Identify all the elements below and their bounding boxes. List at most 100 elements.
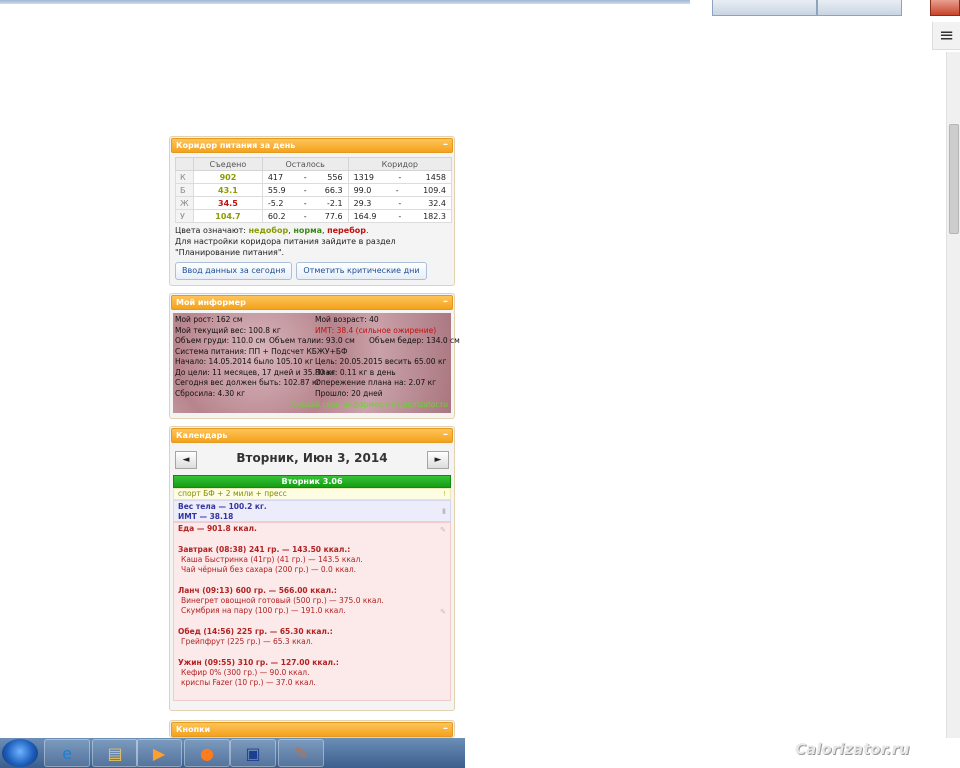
internet-explorer-icon[interactable]: e — [44, 739, 90, 767]
corridor-header[interactable]: Коридор питания за день – — [171, 138, 453, 153]
minimize-corridor-button[interactable]: – — [443, 139, 448, 151]
meal-item: Каша Быстринка (41гр) (41 гр.) — 143.5 к… — [181, 554, 363, 564]
buttons-header[interactable]: Кнопки – — [171, 722, 453, 737]
corr-from: 1319 — [353, 172, 374, 182]
edit-meal-icon[interactable]: ✎ — [440, 607, 446, 617]
meal-title: Ланч (09:13) 600 гр. — 566.00 ккал.: — [178, 585, 337, 595]
left-range: 55.9 - 66.3 — [261, 183, 349, 197]
firefox-icon[interactable]: ● — [184, 739, 230, 767]
col-left: Осталось — [261, 157, 349, 171]
legend-norm: норма — [293, 226, 322, 235]
table-row: Ж 34.5 -5.2 - -2.1 29.3 - 32.4 — [175, 196, 453, 210]
range-dash: - — [395, 185, 399, 195]
enter-today-data-button[interactable]: Ввод данных за сегодня — [175, 262, 293, 280]
col-eaten: Съедено — [193, 157, 263, 171]
corridor-range: 99.0 - 109.4 — [347, 183, 453, 197]
left-to: -2.1 — [326, 198, 343, 208]
corr-from: 99.0 — [353, 185, 372, 195]
corridor-table: Съедено Осталось Коридор К 902 417 - 556 1… — [175, 157, 453, 223]
informer-height: Мой рост: 162 см — [175, 315, 243, 324]
media-player-icon[interactable]: ▶ — [136, 739, 182, 767]
color-legend: Цвета означают: недобор, норма, перебор.… — [175, 226, 396, 257]
mark-critical-days-button[interactable]: Отметить критические дни — [296, 262, 427, 280]
informer-chest: Объем груди: 110.0 см — [175, 336, 266, 345]
corridor-header-title: Коридор питания за день — [176, 141, 296, 150]
food-entry[interactable]: Еда — 901.8 ккал. ✎ Завтрак (08:38) 241 … — [173, 522, 451, 701]
scrollbar-thumb[interactable] — [949, 124, 959, 234]
calendar-title: Вторник, Июн 3, 2014 — [236, 451, 388, 465]
calendar-nav: ◄ Вторник, Июн 3, 2014 ► — [171, 443, 453, 475]
meal-item: Грейпфрут (225 гр.) — 65.3 ккал. — [181, 637, 313, 647]
range-dash: - — [398, 172, 402, 182]
meal-item: Кефир 0% (300 гр.) — 90.0 ккал. — [181, 668, 310, 678]
meal-item: криспы Fazer (10 гр.) — 37.0 ккал. — [181, 678, 316, 688]
legend-prefix: Цвета означают: — [175, 226, 246, 235]
minimize-calendar-button[interactable]: – — [443, 429, 448, 441]
informer-ahead: Опережение плана на: 2.07 кг — [315, 378, 437, 387]
left-range: -5.2 - -2.1 — [261, 196, 349, 210]
network-icon[interactable]: ▣ — [230, 739, 276, 767]
corr-to: 1458 — [425, 172, 446, 182]
informer-image[interactable]: Мой рост: 162 см Мой возраст: 40 Мой тек… — [173, 313, 460, 413]
informer-passed: Прошло: 20 дней — [315, 388, 383, 398]
minimize-window-button[interactable] — [712, 0, 817, 16]
minimize-informer-button[interactable]: – — [443, 296, 448, 308]
hamburger-menu-icon[interactable]: ≡ — [932, 22, 960, 50]
food-total: Еда — 901.8 ккал. — [178, 524, 257, 533]
informer-hips: Объем бедер: 134.0 см — [369, 336, 460, 345]
file-explorer-icon[interactable]: ▤ — [92, 739, 138, 767]
informer-header[interactable]: Мой информер – — [171, 295, 453, 310]
meal-item: Винегрет овощной готовый (500 гр.) — 375… — [181, 596, 384, 606]
left-from: -5.2 — [267, 198, 284, 208]
paint-icon[interactable]: ✎ — [278, 739, 324, 767]
next-day-button[interactable]: ► — [427, 451, 449, 469]
create-informer-link[interactable]: Создай свой информер на Calorizator.ru — [292, 400, 448, 409]
vertical-scrollbar[interactable] — [946, 52, 960, 738]
corr-from: 29.3 — [353, 198, 372, 208]
left-range: 417 - 556 — [261, 170, 349, 184]
informer-waist: Объем талии: 93.0 см — [269, 336, 355, 345]
legend-over: перебор — [327, 226, 367, 235]
close-window-button[interactable] — [930, 0, 960, 16]
hint-line-2: "Планирование питания". — [175, 248, 285, 257]
informer-weight: Мой текущий вес: 100.8 кг — [175, 325, 281, 335]
informer-plan: План: 0.11 кг в день — [315, 367, 396, 377]
table-row: К 902 417 - 556 1319 - 1458 — [175, 170, 453, 184]
calendar-widget: Календарь – ◄ Вторник, Июн 3, 2014 ► Вто… — [169, 426, 455, 711]
informer-lost: Сбросила: 4.30 кг — [175, 388, 246, 398]
taskbar-strip: e ▤ ▶ ● ▣ ✎ — [0, 738, 465, 768]
range-dash: - — [303, 185, 307, 195]
maximize-window-button[interactable] — [817, 0, 902, 16]
day-note[interactable]: спорт БФ + 2 мили + пресс ! — [173, 488, 451, 500]
edit-food-icon[interactable]: ✎ — [440, 525, 446, 535]
range-dash: - — [398, 198, 402, 208]
eaten-value: 902 — [193, 170, 263, 184]
informer-system: Система питания: ПП + Подсчет КБЖУ+БФ — [175, 346, 348, 356]
weight-entry[interactable]: Вес тела — 100.2 кг. ИМТ — 38.18 ▮ — [173, 500, 451, 522]
informer-bmi: ИМТ: 38.4 (сильное ожирение) — [315, 325, 437, 335]
bmi-value: ИМТ — 38.18 — [178, 512, 234, 521]
range-dash: - — [398, 211, 402, 221]
informer-header-title: Мой информер — [176, 298, 246, 307]
informer-start: Начало: 14.05.2014 было 105.10 кг — [175, 357, 314, 366]
informer-goal: Цель: 20.05.2015 весить 65.00 кг — [315, 357, 447, 366]
eaten-value: 104.7 — [193, 209, 263, 223]
col-empty — [175, 157, 194, 171]
left-range: 60.2 - 77.6 — [261, 209, 349, 223]
corridor-range: 164.9 - 182.3 — [347, 209, 453, 223]
calendar-header[interactable]: Календарь – — [171, 428, 453, 443]
day-label[interactable]: Вторник 3.06 — [173, 475, 451, 488]
calendar-header-title: Календарь — [176, 431, 228, 440]
minimize-buttons-button[interactable]: – — [443, 723, 448, 735]
buttons-header-title: Кнопки — [176, 725, 211, 734]
corridor-widget: Коридор питания за день – Съедено Остало… — [169, 136, 455, 286]
browser-top-bar — [0, 0, 960, 22]
left-from: 60.2 — [267, 211, 286, 221]
meal-title: Завтрак (08:38) 241 гр. — 143.50 ккал.: — [178, 544, 351, 554]
meal-item: Чай чёрный без сахара (200 гр.) — 0.0 кк… — [181, 565, 357, 575]
corr-from: 164.9 — [353, 211, 377, 221]
hint-line-1: Для настройки коридора питания зайдите в… — [175, 237, 396, 246]
left-to: 77.6 — [324, 211, 343, 221]
start-orb-icon[interactable] — [2, 739, 38, 767]
range-dash: - — [303, 172, 307, 182]
